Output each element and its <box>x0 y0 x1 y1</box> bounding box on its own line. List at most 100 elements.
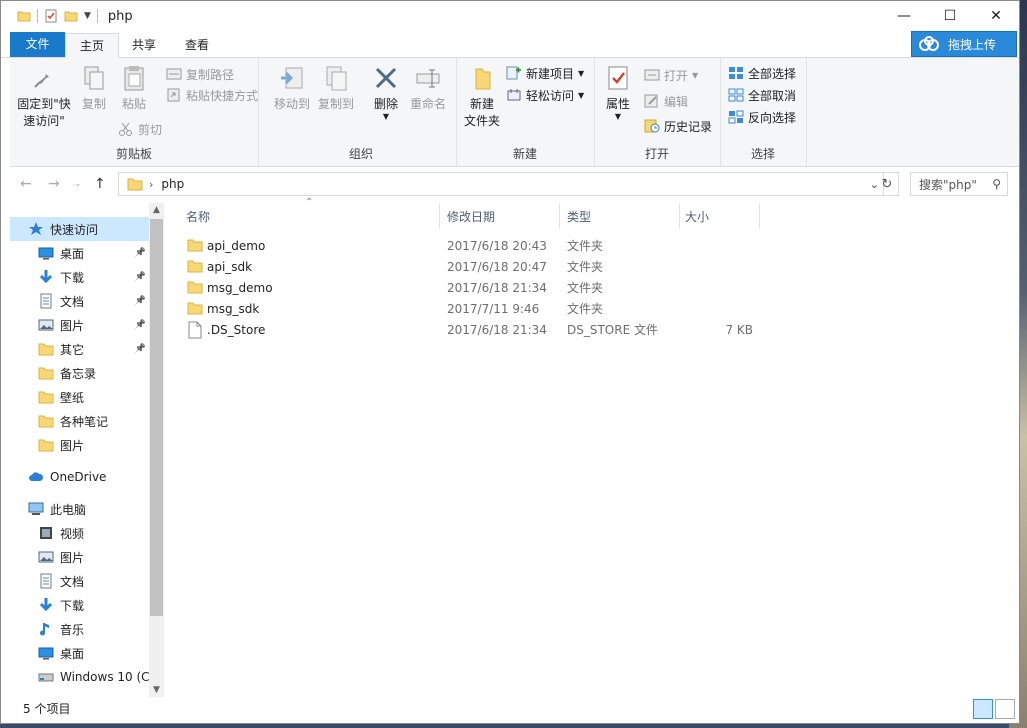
chevron-down-icon: ▼ <box>692 70 699 80</box>
paste-shortcut-button[interactable]: 粘贴快捷方式 <box>166 85 258 105</box>
sidebar-item[interactable]: 此电脑 <box>10 497 150 521</box>
sidebar-item[interactable]: 备忘录 <box>10 361 150 385</box>
sidebar-item[interactable]: 音乐 <box>10 617 150 641</box>
chevron-down-icon[interactable]: ▼ <box>84 11 91 21</box>
large-icons-view-button[interactable] <box>995 699 1015 719</box>
sidebar-item[interactable]: 各种笔记 <box>10 409 150 433</box>
maximize-button[interactable]: ☐ <box>927 1 973 31</box>
cut-button[interactable]: 剪切 <box>118 119 162 139</box>
forward-arrow-icon[interactable]: → <box>48 176 60 192</box>
pin-quick-access-button[interactable]: 固定到"快 速访问" <box>14 64 74 130</box>
sidebar-item[interactable]: 其它 📌 <box>10 337 150 361</box>
minimize-button[interactable]: — <box>881 1 927 31</box>
back-arrow-icon[interactable]: ← <box>20 176 32 192</box>
sidebar-item[interactable]: 下载 <box>10 593 150 617</box>
desktop-icon <box>38 245 54 261</box>
sidebar-item[interactable]: 桌面 <box>10 641 150 665</box>
tab-home[interactable]: 主页 <box>65 33 119 59</box>
folder-icon <box>187 237 203 256</box>
new-folder-button[interactable]: 新建 文件夹 <box>460 64 504 130</box>
sidebar-item[interactable]: 图片 <box>10 545 150 569</box>
column-header-type[interactable]: 类型 <box>567 203 591 229</box>
sidebar-item[interactable]: 文档 📌 <box>10 289 150 313</box>
sidebar-item[interactable]: 图片 <box>10 433 150 457</box>
scroll-up-icon[interactable]: ▲ <box>149 205 164 215</box>
paste-button[interactable]: 粘贴 <box>116 64 152 113</box>
file-type: 文件夹 <box>567 260 604 274</box>
open-button[interactable]: 打开 ▼ <box>644 65 698 85</box>
sidebar-item[interactable]: Windows 10 (C <box>10 665 150 689</box>
new-folder-icon[interactable] <box>64 9 78 23</box>
address-bar[interactable]: › php ⌄ <box>118 172 884 196</box>
sidebar-item[interactable]: 视频 <box>10 521 150 545</box>
select-none-button[interactable]: 全部取消 <box>728 85 796 105</box>
file-size: 7 KB <box>725 322 753 337</box>
select-none-label: 全部取消 <box>748 88 797 103</box>
nav-scrollbar[interactable]: ▲ ▼ <box>149 203 164 697</box>
properties-label: 属性 <box>605 97 630 111</box>
sidebar-item-label: 各种笔记 <box>60 414 109 429</box>
file-type: 文件夹 <box>567 302 604 316</box>
copy-path-button[interactable]: 复制路径 <box>166 64 234 84</box>
sidebar-item-label: 其它 <box>60 342 85 357</box>
properties-button[interactable]: 属性 ▼ <box>600 64 636 121</box>
tab-file[interactable]: 文件 <box>10 32 65 57</box>
up-arrow-icon[interactable]: ↑ <box>94 176 106 192</box>
sidebar-item[interactable]: 快速访问 <box>10 217 150 241</box>
move-to-label: 移动到 <box>273 97 310 111</box>
table-row[interactable]: api_demo 2017/6/18 20:43 文件夹 <box>171 235 771 256</box>
edit-button[interactable]: 编辑 <box>644 91 688 111</box>
select-all-button[interactable]: 全部选择 <box>728 63 796 83</box>
pin-icon[interactable]: 📌 <box>135 272 146 282</box>
chevron-down-icon[interactable]: ▼ <box>600 113 636 121</box>
pin-icon[interactable]: 📌 <box>135 248 146 258</box>
close-button[interactable]: ✕ <box>973 1 1019 31</box>
sidebar-item[interactable]: 桌面 📌 <box>10 241 150 265</box>
cloud-icon <box>919 36 939 51</box>
column-header-size[interactable]: 大小 <box>685 203 709 229</box>
rename-button[interactable]: 重命名 <box>408 64 448 113</box>
pin-icon[interactable]: 📌 <box>135 296 146 306</box>
chevron-down-icon[interactable]: ▼ <box>370 113 402 121</box>
refresh-button[interactable]: ↻ <box>876 172 899 196</box>
pin-icon[interactable]: 📌 <box>135 320 146 330</box>
table-row[interactable]: msg_demo 2017/6/18 21:34 文件夹 <box>171 277 771 298</box>
table-row[interactable]: msg_sdk 2017/7/11 9:46 文件夹 <box>171 298 771 319</box>
tab-view[interactable]: 查看 <box>171 33 223 57</box>
folder-icon <box>38 341 54 357</box>
sidebar-item[interactable]: 图片 📌 <box>10 313 150 337</box>
table-row[interactable]: api_sdk 2017/6/18 20:47 文件夹 <box>171 256 771 277</box>
file-date: 2017/6/18 20:43 <box>447 238 547 253</box>
sidebar-item-label: 图片 <box>60 550 85 565</box>
copy-to-button[interactable]: 复制到 <box>316 64 356 113</box>
table-row[interactable]: .DS_Store 2017/6/18 21:34 DS_STORE 文件 7 KB <box>171 319 771 340</box>
recent-locations-icon[interactable]: ⌄ <box>74 179 82 189</box>
sidebar-item[interactable]: OneDrive <box>10 465 150 489</box>
invert-selection-button[interactable]: 反向选择 <box>728 107 796 127</box>
sidebar-item[interactable]: 文档 <box>10 569 150 593</box>
pin-icon[interactable]: 📌 <box>135 344 146 354</box>
column-header-name[interactable]: 名称 <box>186 203 210 229</box>
new-item-button[interactable]: 新建项目 ▼ <box>506 63 584 83</box>
scrollbar-thumb[interactable] <box>150 219 163 616</box>
delete-button[interactable]: 删除 ▼ <box>370 64 402 121</box>
copy-button[interactable]: 复制 <box>76 64 112 113</box>
move-to-button[interactable]: 移动到 <box>272 64 312 113</box>
history-button[interactable]: 历史记录 <box>644 116 712 136</box>
properties-icon[interactable] <box>44 9 58 23</box>
view-switcher <box>973 699 1015 719</box>
folder-icon <box>187 258 203 277</box>
scroll-down-icon[interactable]: ▼ <box>149 685 164 695</box>
search-box[interactable]: 搜索"php" ⚲ <box>910 172 1008 196</box>
column-header-date[interactable]: 修改日期 <box>447 203 495 229</box>
upload-button[interactable]: 拖拽上传 <box>911 31 1017 57</box>
search-input[interactable]: 搜索"php" <box>919 176 977 193</box>
file-date: 2017/6/18 20:47 <box>447 259 547 274</box>
easy-access-button[interactable]: 轻松访问 ▼ <box>506 85 584 105</box>
tab-share[interactable]: 共享 <box>121 33 167 57</box>
sidebar-item[interactable]: 壁纸 <box>10 385 150 409</box>
details-view-button[interactable] <box>973 699 993 719</box>
desktop-icon <box>38 645 54 661</box>
sidebar-item[interactable]: 下载 📌 <box>10 265 150 289</box>
address-path: php <box>161 177 185 191</box>
